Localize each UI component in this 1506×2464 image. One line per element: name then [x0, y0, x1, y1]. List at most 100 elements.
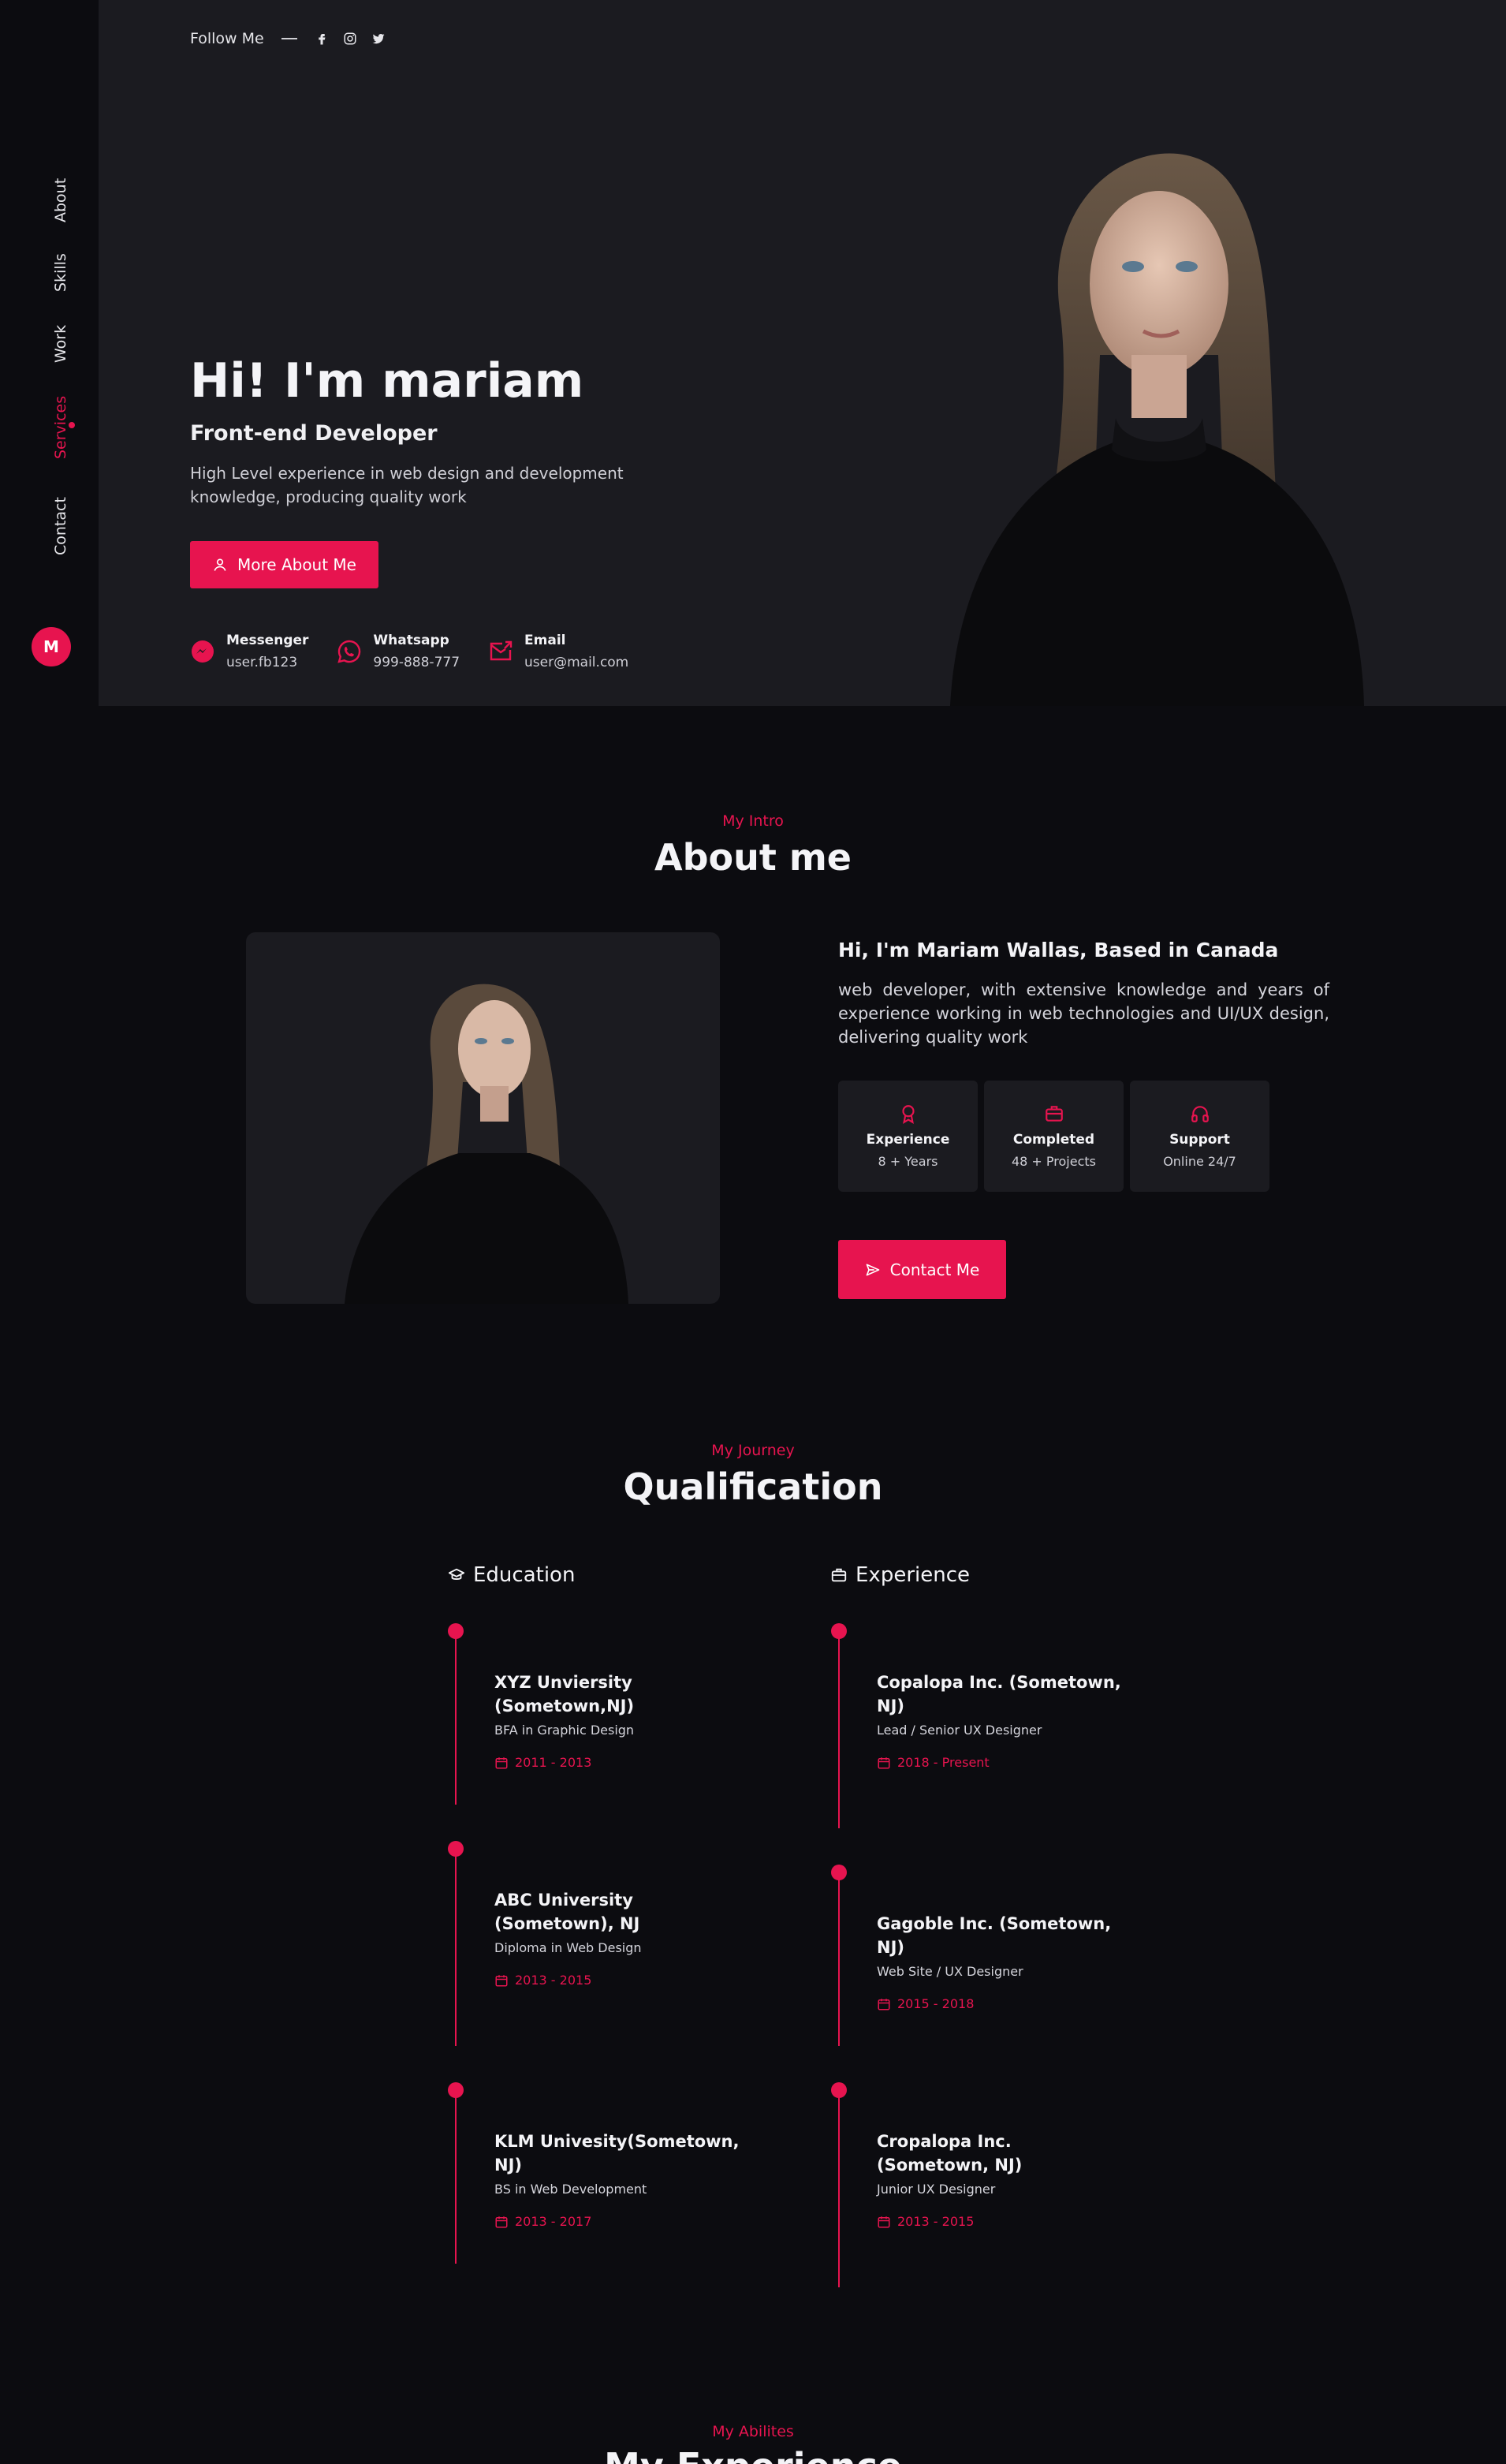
calendar-icon	[495, 2216, 508, 2227]
stat-title: Experience	[866, 1132, 950, 1148]
graduation-cap-icon	[448, 1568, 465, 1580]
item-date: 2013 - 2017	[494, 2214, 747, 2229]
sidebar-item-skills[interactable]: Skills	[52, 253, 69, 292]
calendar-icon	[878, 2216, 890, 2227]
timeline-line	[455, 1849, 457, 2046]
calendar-icon	[495, 1757, 508, 1768]
user-icon	[214, 558, 226, 571]
contact-email[interactable]: Email user@mail.com	[488, 633, 628, 670]
item-subtitle: Lead / Senior UX Designer	[877, 1723, 1042, 1738]
experience-item: Copalopa Inc. (Sometown, NJ) Lead / Seni…	[877, 1671, 1129, 1770]
hero-description: High Level experience in web design and …	[190, 464, 624, 506]
education-item: XYZ Unviersity (Sometown,NJ) BFA in Grap…	[494, 1671, 747, 1770]
education-tab[interactable]: Education	[448, 1563, 575, 1587]
hero-title: Hi! I'm mariam	[190, 353, 584, 409]
experience-item: Gagoble Inc. (Sometown, NJ) Web Site / U…	[877, 1912, 1129, 2011]
item-subtitle: Diploma in Web Design	[494, 1940, 642, 1955]
instagram-icon[interactable]	[343, 32, 357, 46]
sidebar-item-about[interactable]: About	[52, 178, 69, 222]
profile-portrait	[950, 153, 1364, 706]
facebook-icon[interactable]	[315, 32, 329, 46]
experience-tab[interactable]: Experience	[830, 1563, 970, 1587]
twitter-icon[interactable]	[371, 32, 386, 46]
abilities-title: My Experience	[0, 2445, 1506, 2464]
item-date: 2013 - 2015	[877, 2214, 1129, 2229]
timeline-line	[455, 1631, 457, 1805]
calendar-icon	[878, 1757, 890, 1768]
about-title: About me	[654, 836, 852, 879]
follow-bar: Follow Me	[190, 30, 386, 47]
contact-value: user.fb123	[226, 655, 298, 670]
follow-label: Follow Me	[190, 30, 264, 47]
contact-title: Whatsapp	[373, 633, 449, 648]
contact-value: 999-888-777	[373, 655, 460, 670]
side-navigation: About Skills Work Services Contact M	[0, 0, 101, 706]
sidebar-item-contact[interactable]: Contact	[52, 497, 69, 555]
more-about-me-label: More About Me	[237, 555, 356, 574]
sidebar-item-work[interactable]: Work	[52, 325, 69, 363]
item-date-text: 2011 - 2013	[515, 1755, 592, 1770]
stat-value: Online 24/7	[1163, 1154, 1236, 1169]
item-subtitle: BFA in Graphic Design	[494, 1723, 635, 1738]
about-heading: Hi, I'm Mariam Wallas, Based in Canada	[838, 939, 1279, 961]
stat-value: 8 + Years	[878, 1154, 938, 1169]
experience-item: Cropalopa Inc. (Sometown, NJ) Junior UX …	[877, 2130, 1129, 2229]
stat-title: Support	[1169, 1132, 1230, 1148]
timeline-dot	[448, 2082, 464, 2098]
item-date: 2013 - 2015	[494, 1973, 747, 1988]
hero-subtitle: Front-end Developer	[190, 421, 438, 446]
item-subtitle: Web Site / UX Designer	[877, 1964, 1023, 1979]
timeline-dot	[448, 1841, 464, 1857]
contact-value: user@mail.com	[524, 655, 629, 670]
item-date: 2011 - 2013	[494, 1755, 747, 1770]
education-item: ABC University (Sometown), NJ Diploma in…	[494, 1888, 747, 1988]
contact-title: Email	[524, 633, 566, 648]
item-subtitle: BS in Web Development	[494, 2182, 647, 2197]
timeline-dot	[831, 1623, 847, 1639]
item-date-text: 2013 - 2015	[515, 1973, 592, 1988]
logo-badge[interactable]: M	[32, 627, 71, 666]
timeline-dot	[831, 1865, 847, 1880]
award-icon	[901, 1105, 915, 1124]
item-date-text: 2018 - Present	[897, 1755, 990, 1770]
profile-photo	[345, 984, 628, 1304]
item-title: XYZ Unviersity (Sometown,NJ)	[494, 1673, 635, 1715]
about-kicker: My Intro	[722, 812, 784, 830]
calendar-icon	[495, 1974, 508, 1986]
qualification-title: Qualification	[623, 1465, 883, 1508]
stat-card: Support Online 24/7	[1130, 1081, 1269, 1192]
item-date: 2015 - 2018	[877, 1996, 1129, 2011]
item-title: Copalopa Inc. (Sometown, NJ)	[877, 1673, 1121, 1715]
stats-row: Experience 8 + Years Completed 48 + Proj…	[838, 1081, 1269, 1192]
contact-title: Messenger	[226, 633, 309, 648]
briefcase-icon	[831, 1568, 847, 1582]
timeline-dot	[448, 1623, 464, 1639]
item-title: ABC University (Sometown), NJ	[494, 1891, 640, 1933]
contact-me-button[interactable]: Contact Me	[838, 1240, 1006, 1299]
contact-messenger[interactable]: Messenger user.fb123	[190, 633, 308, 670]
about-photo	[246, 932, 720, 1304]
item-title: Cropalopa Inc. (Sometown, NJ)	[877, 2132, 1023, 2175]
hero-section: Follow Me Hi! I'm mariam Front-end Devel…	[99, 0, 1506, 706]
education-label: Education	[473, 1563, 576, 1587]
messenger-icon	[192, 640, 214, 663]
active-indicator	[69, 422, 75, 428]
mail-send-icon	[490, 640, 513, 661]
more-about-me-button[interactable]: More About Me	[190, 541, 378, 588]
send-icon	[866, 1264, 879, 1275]
item-date: 2018 - Present	[877, 1755, 1129, 1770]
item-title: KLM Univesity(Sometown, NJ)	[494, 2132, 740, 2175]
contact-whatsapp[interactable]: Whatsapp 999-888-777	[337, 633, 460, 670]
timeline-dot	[831, 2082, 847, 2098]
stat-title: Completed	[1012, 1132, 1095, 1148]
contact-me-label: Contact Me	[889, 1260, 980, 1279]
timeline-line	[455, 2090, 457, 2264]
sidebar-item-services[interactable]: Services	[52, 396, 69, 459]
item-title: Gagoble Inc. (Sometown, NJ)	[877, 1914, 1112, 1957]
abilities-kicker: My Abilites	[712, 2423, 794, 2440]
item-date-text: 2013 - 2017	[515, 2214, 592, 2229]
stat-card: Experience 8 + Years	[838, 1081, 978, 1192]
calendar-icon	[878, 1998, 890, 2010]
whatsapp-icon	[337, 640, 361, 663]
item-date-text: 2015 - 2018	[897, 1996, 975, 2011]
